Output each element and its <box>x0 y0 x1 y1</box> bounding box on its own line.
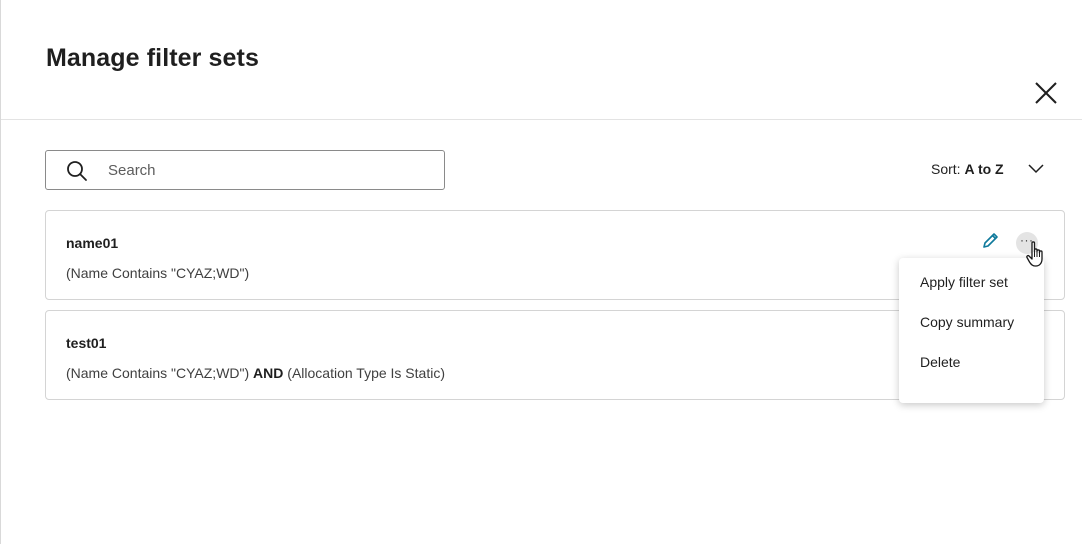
menu-item-apply-filter-set[interactable]: Apply filter set <box>920 274 1008 290</box>
filter-set-name: test01 <box>66 335 107 351</box>
sort-label: Sort: <box>931 161 961 177</box>
manage-filter-sets-dialog: Manage filter sets Sort: A to Z name01 (… <box>0 0 1082 544</box>
close-icon <box>1035 82 1057 104</box>
summary-operator: AND <box>253 365 284 381</box>
sort-value: A to Z <box>964 161 1004 177</box>
sort-dropdown[interactable]: Sort: A to Z <box>931 161 1004 177</box>
more-options-button[interactable]: ··· <box>1016 232 1038 254</box>
more-horizontal-icon: ··· <box>1020 233 1034 247</box>
dialog-title: Manage filter sets <box>46 44 259 72</box>
pencil-icon[interactable] <box>980 231 1000 251</box>
chevron-down-icon[interactable] <box>1027 162 1045 176</box>
context-menu: Apply filter set Copy summary Delete <box>899 258 1044 403</box>
summary-clause: (Name Contains "CYAZ;WD") <box>66 265 250 281</box>
menu-item-delete[interactable]: Delete <box>920 354 960 370</box>
filter-set-summary: (Name Contains "CYAZ;WD") <box>66 265 249 281</box>
close-button[interactable] <box>1031 78 1061 108</box>
dialog-header: Manage filter sets <box>1 0 1082 120</box>
filter-set-name: name01 <box>66 235 119 251</box>
filter-set-summary: (Name Contains "CYAZ;WD") AND (Allocatio… <box>66 365 445 381</box>
search-input[interactable] <box>108 159 428 181</box>
search-icon <box>67 161 87 181</box>
search-box <box>45 150 445 190</box>
menu-item-copy-summary[interactable]: Copy summary <box>920 314 1014 330</box>
summary-clause: (Allocation Type Is Static) <box>287 365 445 381</box>
summary-clause: (Name Contains "CYAZ;WD") <box>66 365 250 381</box>
